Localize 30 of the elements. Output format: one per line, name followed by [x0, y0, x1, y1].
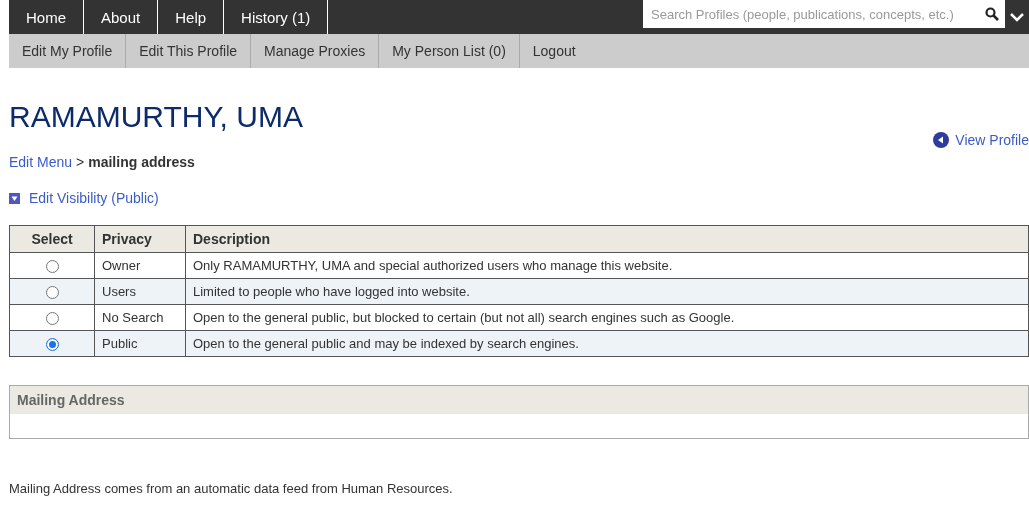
search-icon[interactable]	[985, 7, 999, 21]
table-cell: No Search	[94, 304, 186, 331]
column-header: Privacy	[94, 225, 186, 253]
table-cell: Open to the general public, but blocked to certain (but not all) search engines such as Google.	[185, 304, 1029, 331]
menu-link[interactable]: Logout	[519, 34, 589, 68]
table-cell: Users	[94, 278, 186, 305]
search-field[interactable]: Search Profiles (people, publications, concepts, etc.)	[643, 0, 1005, 28]
info-text: Mailing Address comes from an automatic data feed from Human Resources.	[9, 481, 454, 497]
table-cell: Limited to people who have logged into website.	[185, 278, 1029, 305]
breadcrumb-current: mailing address	[88, 154, 195, 170]
profile-name: RAMAMURTHY, UMA	[9, 100, 304, 134]
table-cell: Open to the general public and may be indexed by search engines.	[185, 330, 1029, 357]
column-header: Select	[9, 225, 95, 253]
table-cell: Only RAMAMURTHY, UMA and special authorized users who manage this website.	[185, 252, 1029, 279]
menu-link[interactable]: Edit This Profile	[126, 34, 252, 68]
visibility-toggle[interactable]: Edit Visibility (Public)	[9, 190, 1029, 206]
menu-link[interactable]: Edit My Profile	[9, 34, 127, 68]
menu-link[interactable]: My Person List (0)	[379, 34, 520, 68]
menu-link[interactable]: Manage Proxies	[251, 34, 380, 68]
radio-button[interactable]	[45, 338, 59, 352]
column-header: Description	[185, 225, 1029, 253]
view-profile-link[interactable]: View Profile	[933, 132, 1029, 148]
panel-title: Mailing Address	[10, 386, 1028, 415]
radio-button[interactable]	[45, 312, 59, 326]
radio-button[interactable]	[45, 260, 59, 274]
table-cell: Owner	[94, 252, 186, 279]
breadcrumb-separator: >	[76, 154, 85, 170]
radio-button[interactable]	[45, 286, 59, 300]
breadcrumb-link[interactable]: Edit Menu	[9, 154, 73, 170]
table-cell: Public	[94, 330, 186, 357]
